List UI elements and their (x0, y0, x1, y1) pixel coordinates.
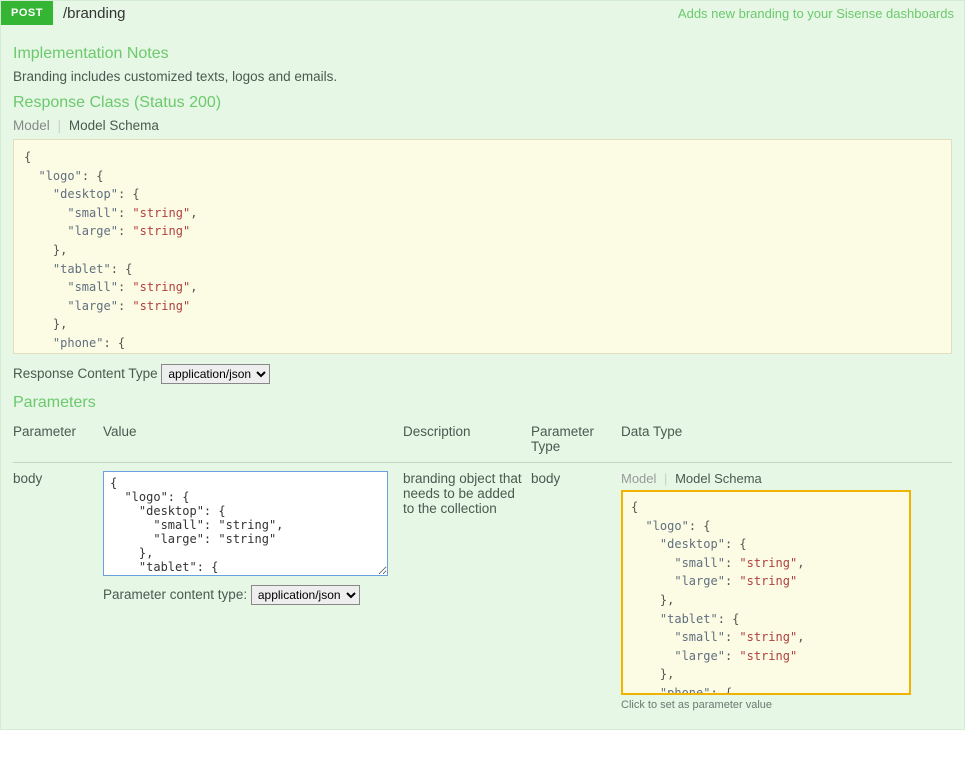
parameters-heading: Parameters (13, 394, 952, 412)
response-tabs: Model | Model Schema (13, 118, 952, 133)
datatype-tabs: Model | Model Schema (621, 471, 944, 486)
dt-tab-model-schema[interactable]: Model Schema (675, 471, 762, 486)
param-description: branding object that needs to be added t… (403, 463, 531, 720)
table-row: body Parameter content type: application… (13, 463, 952, 720)
response-content-type-select[interactable]: application/json (161, 364, 270, 384)
th-data-type: Data Type (621, 418, 952, 463)
th-description: Description (403, 418, 531, 463)
response-content-type-label: Response Content Type (13, 366, 158, 381)
set-as-param-hint[interactable]: Click to set as parameter value (621, 699, 944, 711)
param-content-type-select[interactable]: application/json (251, 585, 360, 605)
response-content-type-row: Response Content Type application/json (13, 364, 952, 384)
endpoint-summary: Adds new branding to your Sisense dashbo… (678, 6, 954, 21)
tab-model[interactable]: Model (13, 118, 50, 133)
param-type: body (531, 463, 621, 720)
th-value: Value (103, 418, 403, 463)
response-class-heading: Response Class (Status 200) (13, 94, 952, 112)
th-parameter: Parameter (13, 418, 103, 463)
endpoint-header[interactable]: POST /branding Adds new branding to your… (1, 1, 964, 25)
parameters-table: Parameter Value Description Parameter Ty… (13, 418, 952, 719)
param-value-textarea[interactable] (103, 471, 388, 576)
implementation-notes-text: Branding includes customized texts, logo… (13, 69, 952, 84)
datatype-schema-box[interactable]: { "logo": { "desktop": { "small": "strin… (621, 490, 911, 695)
implementation-notes-heading: Implementation Notes (13, 45, 952, 63)
param-name: body (13, 463, 103, 720)
th-parameter-type: Parameter Type (531, 418, 621, 463)
param-content-type-label: Parameter content type: (103, 587, 247, 602)
dt-tab-model[interactable]: Model (621, 471, 656, 486)
http-method-badge: POST (1, 1, 53, 25)
endpoint-path: /branding (63, 5, 678, 22)
response-schema-box[interactable]: { "logo": { "desktop": { "small": "strin… (13, 139, 952, 354)
tab-model-schema[interactable]: Model Schema (69, 118, 159, 133)
